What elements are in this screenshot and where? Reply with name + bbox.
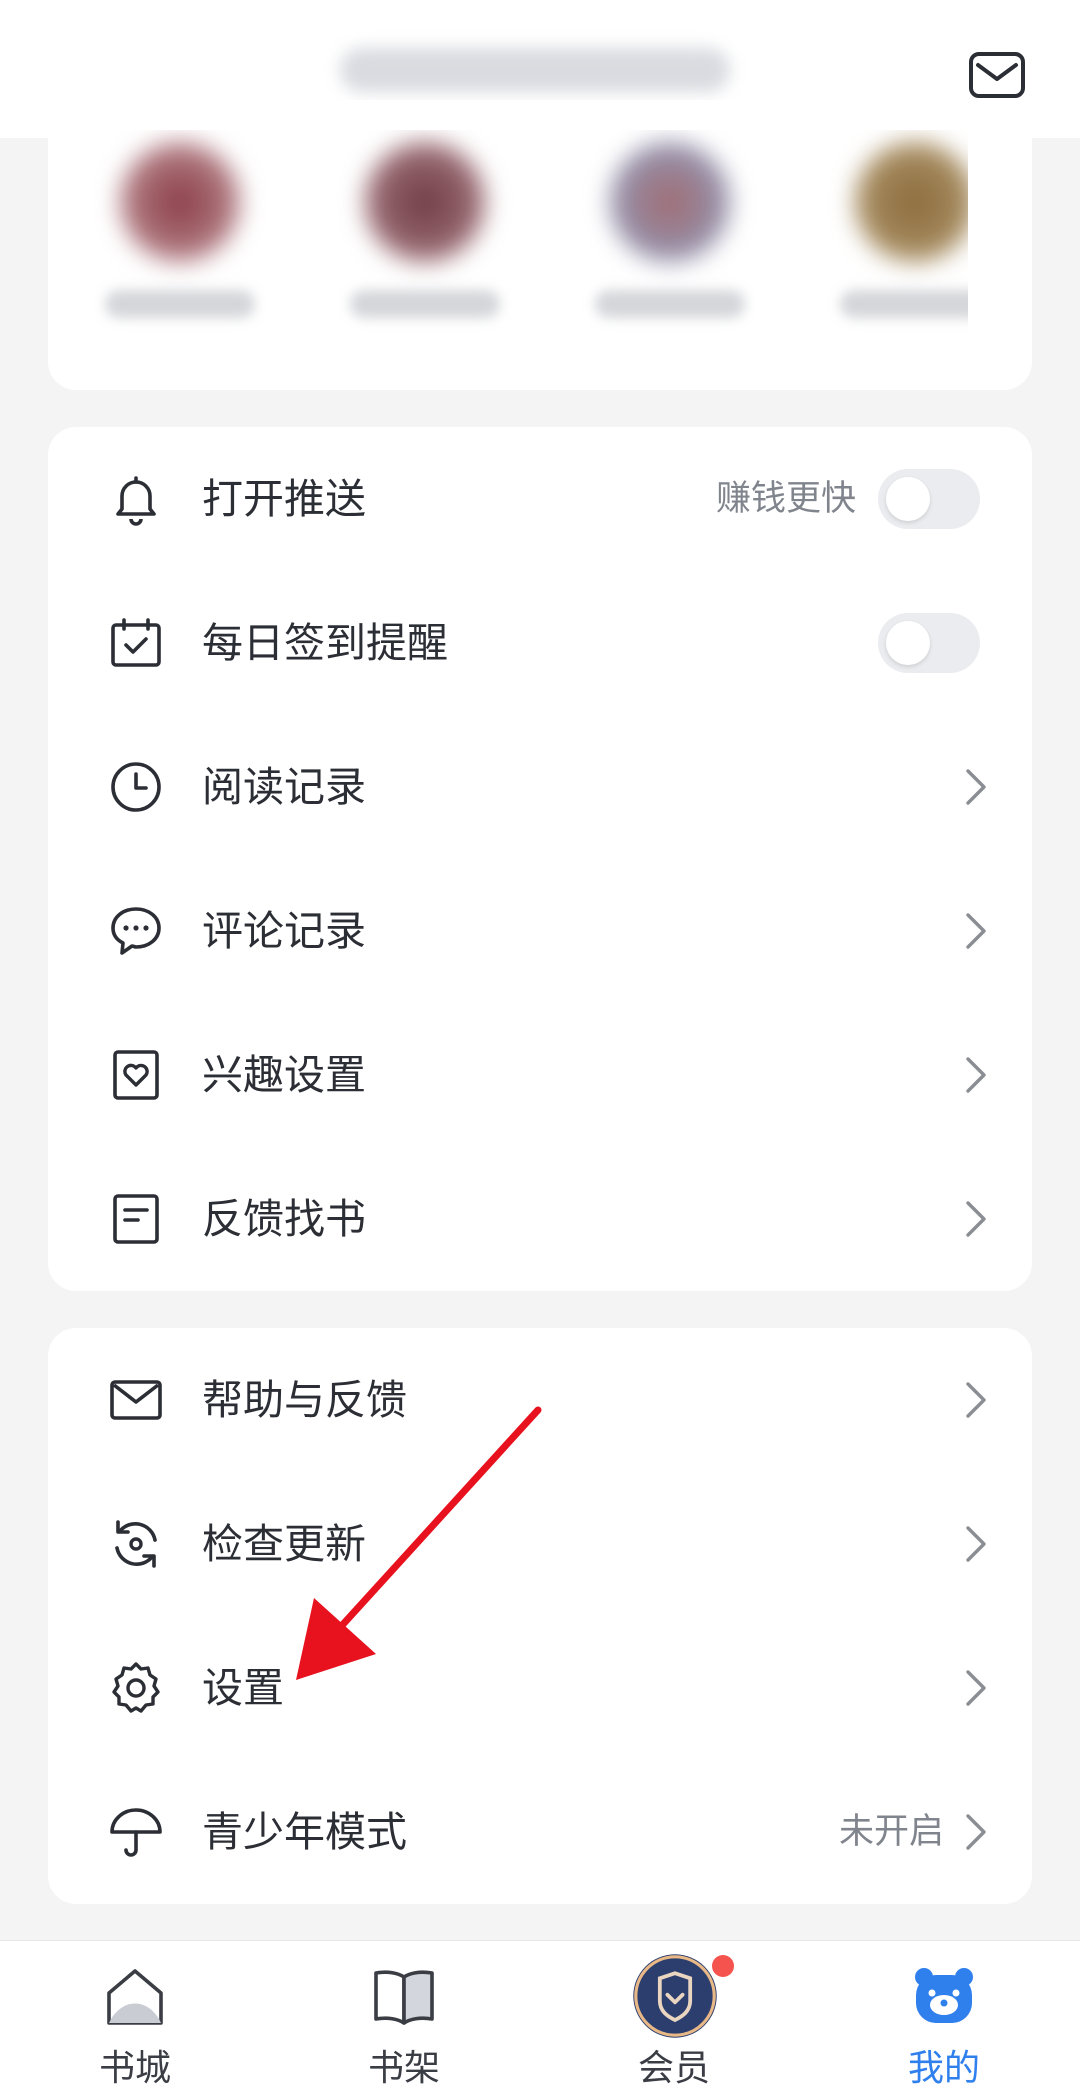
calendar-check-icon [111,618,161,667]
feedback-find-book-row[interactable]: 反馈找书 [48,1147,1032,1291]
book-cover[interactable] [365,142,485,262]
message-button[interactable] [966,44,1028,106]
blurred-username [340,48,730,92]
chat-bubble-icon [111,907,161,955]
book-cover[interactable] [120,142,240,262]
mail-icon [969,52,1025,98]
teen-mode-row[interactable]: 青少年模式 未开启 [48,1760,1032,1904]
checkin-reminder-row[interactable]: 每日签到提醒 [48,571,1032,715]
comment-history-label: 评论记录 [202,907,366,955]
heart-frame-icon [113,1050,159,1100]
tab-mine[interactable]: 我的 [864,1941,1024,2096]
book-title-blur [350,290,500,318]
reading-history-row[interactable]: 阅读记录 [48,715,1032,859]
tab-bookstore-label: 书城 [98,2048,171,2089]
book-title-blur [840,290,968,318]
toggle-knob [886,621,930,665]
profile-bear-icon [915,1968,973,2023]
tab-vip[interactable]: 会员 [594,1941,754,2096]
notification-badge [712,1955,734,1977]
book-icon [374,1970,434,2025]
interest-settings-row[interactable]: 兴趣设置 [48,1003,1032,1147]
annotation-arrow [296,1406,542,1680]
book-cover[interactable] [855,142,968,262]
chevron-right-icon [966,1526,986,1562]
interest-settings-label: 兴趣设置 [202,1051,366,1099]
push-notification-row[interactable]: 打开推送 赚钱更快 [48,427,1032,571]
chevron-right-icon [966,1057,986,1093]
tab-vip-label: 会员 [637,2048,710,2089]
push-hint-text: 赚钱更快 [715,479,856,519]
chevron-right-icon [966,913,986,949]
reading-history-label: 阅读记录 [202,763,366,811]
gear-icon [112,1662,160,1713]
chevron-right-icon [966,1670,986,1706]
push-toggle[interactable] [878,469,980,529]
book-cover[interactable] [610,142,730,262]
clock-icon [111,762,161,812]
checkin-reminder-label: 每日签到提醒 [202,619,448,667]
teen-mode-label: 青少年模式 [202,1808,407,1856]
document-icon [113,1194,159,1244]
toggle-knob [886,477,930,521]
tab-bookshelf-label: 书架 [367,2048,440,2089]
refresh-icon [115,1520,157,1568]
home-icon [107,1969,163,2025]
tab-bookstore[interactable]: 书城 [55,1941,215,2096]
comment-history-row[interactable]: 评论记录 [48,859,1032,1003]
settings-panel-1: 打开推送 赚钱更快 每日签到提醒 阅读记录 评论记录 兴趣设置 反馈找书 [48,427,1032,1291]
umbrella-icon [110,1808,162,1857]
settings-label: 设置 [202,1664,284,1712]
chevron-right-icon [966,1201,986,1237]
bell-icon [116,476,156,526]
chevron-right-icon [966,1382,986,1418]
envelope-icon [110,1380,162,1420]
recent-books-strip [20,130,968,360]
teen-mode-status: 未开启 [838,1812,944,1852]
book-title-blur [105,290,255,318]
tab-mine-label: 我的 [907,2048,980,2089]
vip-shield-icon [633,1954,717,2038]
checkin-toggle[interactable] [878,613,980,673]
bottom-navigation: 书城 书架 会员 我的 [0,1940,1080,2096]
chevron-right-icon [966,1814,986,1850]
push-notification-label: 打开推送 [202,475,366,523]
tab-bookshelf[interactable]: 书架 [324,1941,484,2096]
chevron-right-icon [966,769,986,805]
feedback-find-book-label: 反馈找书 [202,1195,366,1243]
book-title-blur [595,290,745,318]
